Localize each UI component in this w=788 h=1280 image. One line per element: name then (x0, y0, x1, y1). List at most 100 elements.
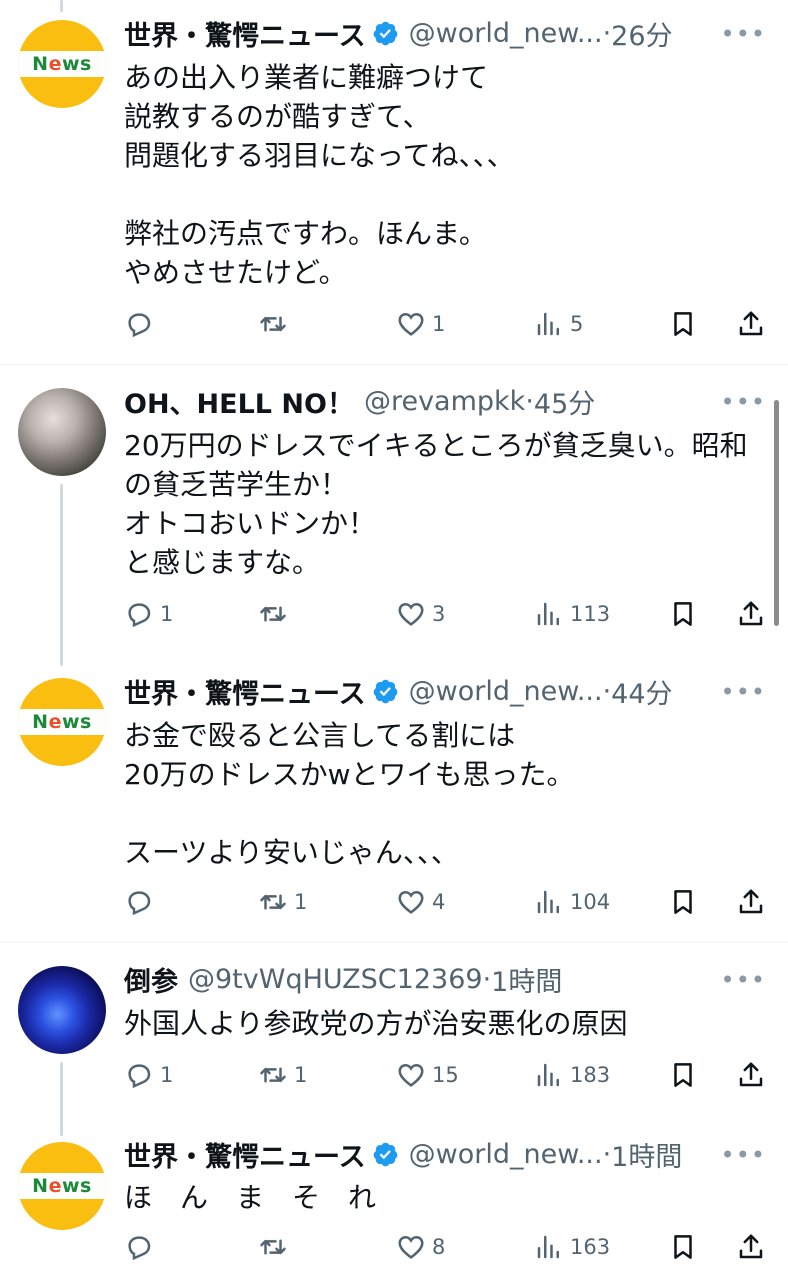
news-logo: Ne ws (18, 51, 106, 77)
views-button[interactable]: 113 (534, 596, 610, 632)
bookmark-button[interactable] (668, 1057, 698, 1093)
reply-icon (128, 1236, 151, 1261)
avatar[interactable] (18, 388, 106, 476)
tweet-text: 20万円のドレスでイキるところが貧乏臭い。昭和の貧乏苦学生か！ オトコおいドンか… (124, 429, 748, 579)
bookmark-button[interactable] (668, 884, 698, 920)
like-count: 8 (432, 1235, 446, 1259)
thread-line (60, 484, 63, 666)
reply-button[interactable]: 1 (124, 596, 173, 632)
retweet-button[interactable] (258, 306, 294, 342)
like-button[interactable]: 15 (396, 1057, 459, 1093)
more-icon[interactable]: ••• (721, 678, 766, 706)
retweet-button[interactable] (258, 1229, 294, 1265)
reply-icon (128, 891, 151, 916)
timestamp[interactable]: 26分 (611, 14, 672, 53)
view-count: 183 (570, 1063, 611, 1087)
handle[interactable]: @revampkk (364, 386, 525, 417)
bookmark-icon (674, 602, 692, 626)
views-icon (537, 1235, 559, 1259)
like-button[interactable]: 8 (396, 1229, 445, 1265)
display-name[interactable]: 世界・驚愕ニュース (124, 1135, 366, 1174)
tweet-header: 倒参 @9tvWqHUZSC12369 · 1時間 (124, 960, 562, 999)
timestamp[interactable]: 45分 (534, 382, 595, 421)
handle[interactable]: @world_new... (409, 18, 603, 49)
heart-icon (398, 312, 424, 336)
retweet-icon (260, 606, 286, 622)
reply-icon (128, 1064, 151, 1089)
share-icon (739, 1234, 763, 1259)
views-button[interactable]: 163 (534, 1229, 610, 1265)
views-button[interactable]: 104 (534, 884, 610, 920)
display-name[interactable]: 世界・驚愕ニュース (124, 672, 366, 711)
retweet-icon (260, 1239, 286, 1255)
reply-button[interactable]: 1 (124, 1057, 173, 1093)
bookmark-button[interactable] (668, 306, 698, 342)
like-button[interactable]: 3 (396, 596, 445, 632)
share-icon (739, 311, 763, 336)
retweet-button[interactable] (258, 596, 294, 632)
retweet-icon (260, 1067, 286, 1083)
separator: · (602, 1138, 612, 1170)
avatar[interactable]: Ne ws (18, 678, 106, 766)
handle[interactable]: @9tvWqHUZSC12369 (188, 964, 483, 995)
timestamp[interactable]: 44分 (611, 672, 672, 711)
share-button[interactable] (736, 1057, 766, 1093)
like-count: 4 (432, 890, 446, 914)
avatar[interactable] (18, 966, 106, 1054)
avatar[interactable]: Ne ws (18, 20, 106, 108)
retweet-count: 1 (294, 890, 308, 914)
view-count: 104 (570, 890, 611, 914)
handle[interactable]: @world_new... (409, 1139, 603, 1170)
like-button[interactable]: 4 (396, 884, 445, 920)
more-icon[interactable]: ••• (721, 966, 766, 994)
retweet-icon (260, 894, 286, 910)
display-name[interactable]: 世界・驚愕ニュース (124, 14, 366, 53)
bookmark-icon (674, 890, 692, 914)
like-count: 15 (432, 1063, 459, 1087)
heart-icon (398, 890, 424, 914)
scrollbar[interactable] (774, 400, 779, 626)
bookmark-icon (674, 312, 692, 336)
share-icon (739, 601, 763, 626)
share-button[interactable] (736, 596, 766, 632)
tweet-header: 世界・驚愕ニュース @world_new... · 1時間 (124, 1135, 682, 1174)
timestamp[interactable]: 1時間 (611, 1135, 682, 1174)
tweet-header: 世界・驚愕ニュース @world_new... · 44分 (124, 672, 673, 711)
handle[interactable]: @world_new... (409, 676, 603, 707)
bookmark-button[interactable] (668, 596, 698, 632)
more-icon[interactable]: ••• (721, 20, 766, 48)
reply-button[interactable] (124, 1229, 160, 1265)
views-button[interactable]: 183 (534, 1057, 610, 1093)
like-count: 3 (432, 602, 446, 626)
display-name[interactable]: 倒参 (124, 960, 178, 999)
divider (0, 364, 788, 365)
divider (0, 942, 788, 943)
views-icon (537, 1063, 559, 1087)
display-name[interactable]: OH、HELL NO！ (124, 382, 354, 421)
verified-badge-icon (373, 21, 397, 45)
share-button[interactable] (736, 1229, 766, 1265)
reply-count: 1 (160, 1063, 174, 1087)
reply-button[interactable] (124, 884, 160, 920)
retweet-button[interactable]: 1 (258, 884, 307, 920)
more-icon[interactable]: ••• (721, 388, 766, 416)
avatar[interactable]: Ne ws (18, 1142, 106, 1230)
more-icon[interactable]: ••• (721, 1141, 766, 1169)
timestamp[interactable]: 1時間 (491, 960, 562, 999)
views-button[interactable]: 5 (534, 306, 583, 342)
share-button[interactable] (736, 884, 766, 920)
reply-button[interactable] (124, 306, 160, 342)
reply-count: 1 (160, 602, 174, 626)
verified-badge-icon (373, 1142, 397, 1166)
tweet-text: ほ ん ま そ れ (124, 1181, 377, 1214)
heart-icon (398, 1235, 424, 1259)
share-button[interactable] (736, 306, 766, 342)
retweet-icon (260, 316, 286, 332)
retweet-count: 1 (294, 1063, 308, 1087)
bookmark-icon (674, 1063, 692, 1087)
heart-icon (398, 1063, 424, 1087)
bookmark-button[interactable] (668, 1229, 698, 1265)
like-button[interactable]: 1 (396, 306, 445, 342)
retweet-button[interactable]: 1 (258, 1057, 307, 1093)
action-bar: 1 5 (124, 306, 774, 342)
